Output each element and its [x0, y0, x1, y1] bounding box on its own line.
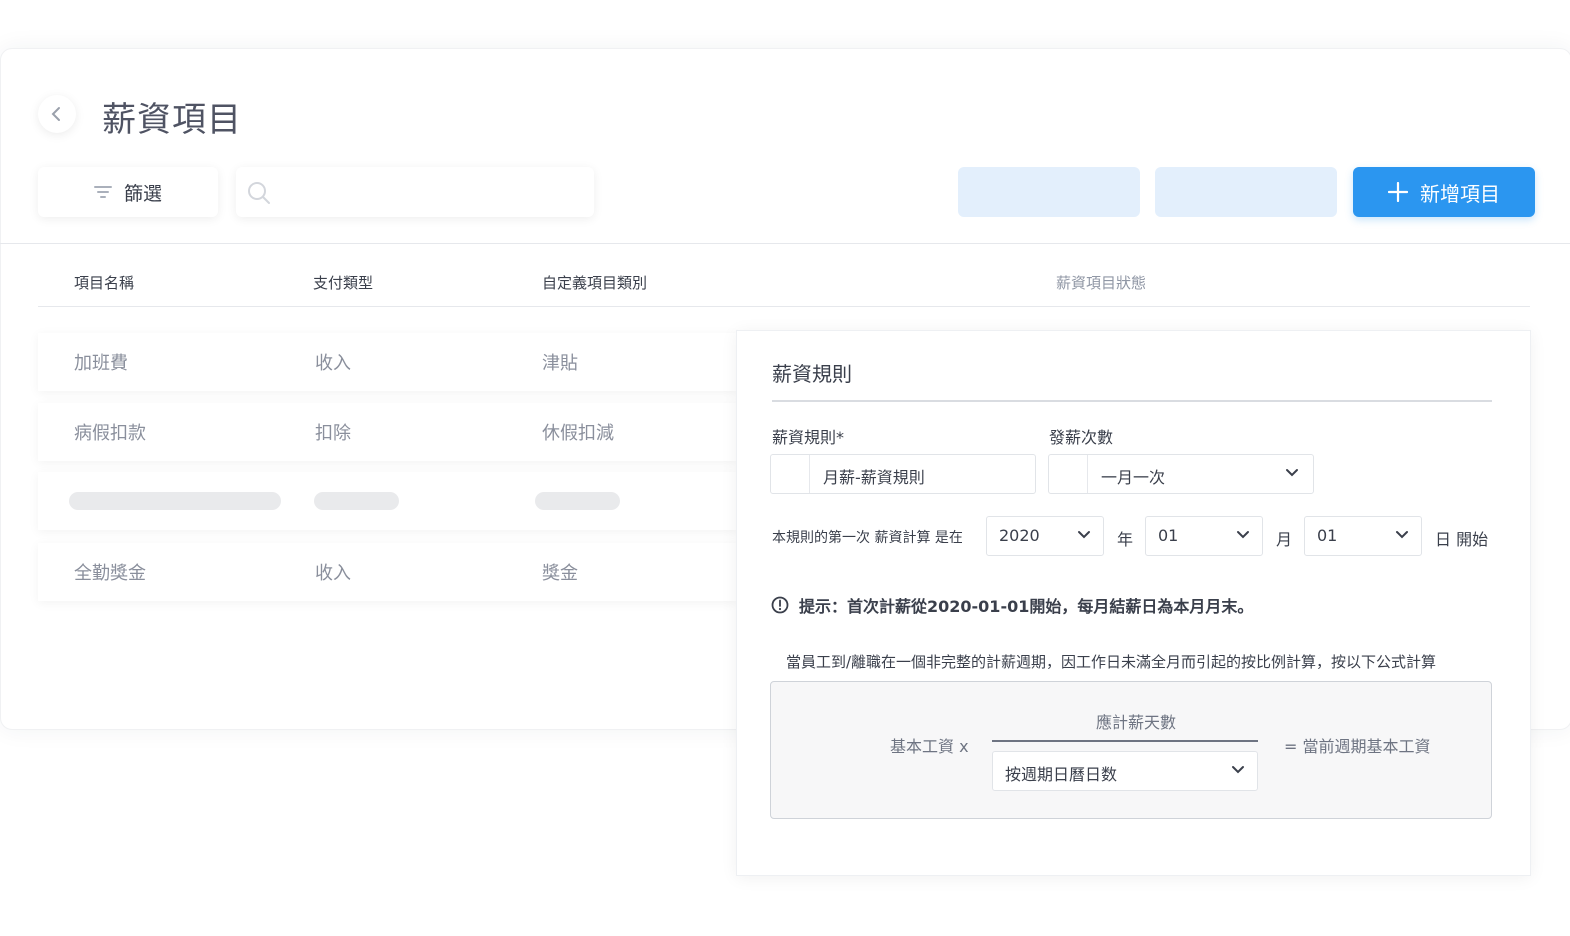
back-button[interactable]: [38, 95, 76, 133]
hint-text: 提示：首次計薪從2020-01-01開始，每月結薪日為本月月末。: [799, 597, 1254, 616]
cell-type: 收入: [315, 353, 351, 374]
frequency-select-value: 一月一次: [1101, 468, 1166, 487]
rule-field[interactable]: 月薪-薪資規則: [770, 454, 1036, 494]
skeleton-bar: [535, 492, 620, 510]
cell-category: 休假扣減: [542, 423, 614, 444]
hint-row: 提示：首次計薪從2020-01-01開始，每月結薪日為本月月末。: [771, 593, 1253, 617]
chevron-left-icon: [51, 107, 60, 121]
day-unit: 日 開始: [1435, 530, 1489, 549]
formula-fraction-line: [992, 740, 1258, 742]
month-value: 01: [1158, 526, 1179, 545]
formula-result: = 當前週期基本工資: [1284, 737, 1431, 756]
table-row[interactable]: 加班費 收入 津貼: [38, 333, 738, 391]
cell-type: 收入: [315, 563, 351, 584]
panel-title-divider: [772, 400, 1492, 402]
frequency-select-prefix: [1049, 455, 1088, 493]
header-divider: [38, 306, 1530, 307]
page-title: 薪資項目: [102, 100, 242, 140]
cell-name: 全勤獎金: [74, 563, 146, 584]
skeleton-bar: [314, 492, 399, 510]
frequency-select[interactable]: 一月一次: [1048, 454, 1314, 494]
table-row[interactable]: 病假扣款 扣除 休假扣減: [38, 403, 738, 461]
ghost-button-1[interactable]: [958, 167, 1140, 217]
formula-numerator: 應計薪天數: [1096, 713, 1177, 732]
search-box[interactable]: [236, 167, 594, 217]
chevron-down-icon: [1078, 531, 1090, 539]
ghost-button-2[interactable]: [1155, 167, 1337, 217]
filter-button[interactable]: 篩選: [38, 167, 218, 217]
search-input[interactable]: [282, 177, 586, 209]
cell-category: 獎金: [542, 563, 578, 584]
skeleton-bar: [69, 492, 281, 510]
rule-label: 薪資規則*: [772, 428, 845, 447]
year-select[interactable]: 2020: [986, 516, 1104, 556]
rule-field-prefix: [771, 455, 810, 493]
search-icon: [248, 182, 270, 204]
table-row[interactable]: 全勤獎金 收入 獎金: [38, 543, 738, 601]
plus-icon: [1388, 182, 1408, 202]
chevron-down-icon: [1237, 531, 1249, 539]
column-header-name[interactable]: 項目名稱: [74, 272, 134, 293]
month-unit: 月: [1276, 530, 1293, 549]
year-value: 2020: [999, 526, 1040, 545]
cell-name: 加班費: [74, 353, 128, 374]
rule-field-value: 月薪-薪資規則: [823, 468, 925, 487]
day-select[interactable]: 01: [1304, 516, 1422, 556]
cell-type: 扣除: [315, 423, 351, 444]
table-row-skeleton: [38, 472, 738, 530]
chevron-down-icon: [1396, 531, 1408, 539]
filter-icon: [93, 186, 112, 198]
add-item-label: 新增項目: [1420, 181, 1500, 206]
chevron-down-icon: [1232, 766, 1244, 774]
month-select[interactable]: 01: [1145, 516, 1263, 556]
denominator-value: 按週期日曆日数: [1005, 765, 1118, 784]
toolbar-divider: [0, 243, 1570, 244]
proration-note: 當員工到/離職在一個非完整的計薪週期，因工作日未滿全月而引起的按比例計算，按以下…: [786, 653, 1437, 671]
year-unit: 年: [1117, 530, 1134, 549]
column-header-status[interactable]: 薪資項目狀態: [1056, 272, 1146, 293]
info-icon: [771, 596, 789, 614]
formula-left: 基本工資 x: [890, 737, 969, 756]
chevron-down-icon: [1286, 469, 1298, 477]
column-header-type[interactable]: 支付類型: [313, 272, 373, 293]
first-calc-label: 本規則的第一次 薪資計算 是在: [772, 530, 963, 546]
add-item-button[interactable]: 新增項目: [1353, 167, 1535, 217]
day-value: 01: [1317, 526, 1338, 545]
denominator-select[interactable]: 按週期日曆日数: [992, 751, 1258, 791]
cell-category: 津貼: [542, 353, 578, 374]
panel-title: 薪資規則: [772, 362, 852, 386]
cell-name: 病假扣款: [74, 423, 146, 444]
filter-label: 篩選: [123, 182, 162, 205]
column-header-category[interactable]: 自定義項目類別: [542, 272, 647, 293]
frequency-label: 發薪次數: [1049, 428, 1114, 447]
